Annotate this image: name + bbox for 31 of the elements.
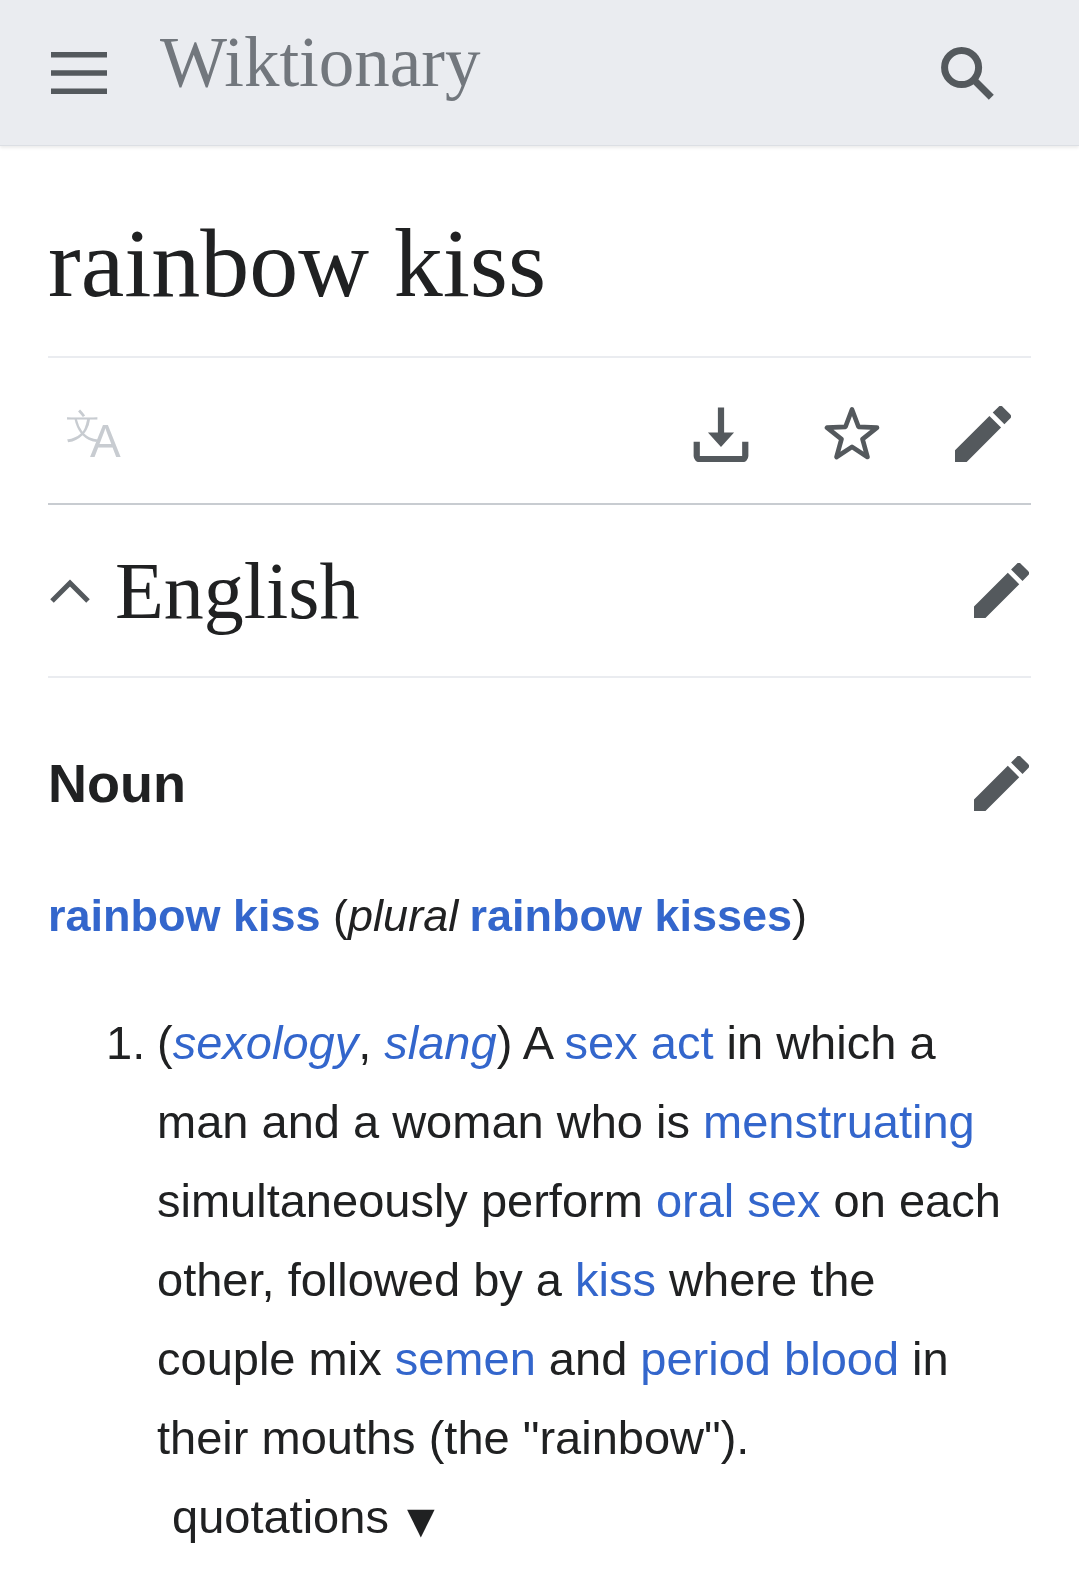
term-link[interactable]: menstruating xyxy=(703,1095,975,1148)
definition-text: (sexology, slang) A sex act in which a man and a woman who is menstruating simultaneously perform oral sex on each other, followed by a kiss where the couple mix semen and period blood in their mouths (the "rainbow"). xyxy=(157,1015,1002,1466)
download-button[interactable] xyxy=(693,406,749,462)
term-link[interactable]: sex act xyxy=(564,1016,714,1069)
edit-button[interactable] xyxy=(955,406,1011,462)
sense-number: 1. xyxy=(106,1015,147,1071)
pencil-icon xyxy=(955,406,1011,462)
search-button[interactable] xyxy=(940,45,994,100)
edit-button[interactable] xyxy=(974,756,1029,811)
pencil-icon xyxy=(974,563,1029,618)
download-icon xyxy=(693,406,749,462)
watch-button[interactable] xyxy=(824,406,880,462)
search-icon xyxy=(940,45,994,100)
term-link[interactable]: period blood xyxy=(640,1332,900,1385)
pencil-icon xyxy=(974,756,1029,811)
edit-button[interactable] xyxy=(974,563,1029,618)
headword-link[interactable]: rainbow kisses xyxy=(469,890,793,941)
star-icon xyxy=(824,406,880,462)
page-title: rainbow kiss xyxy=(48,208,547,319)
menu-button[interactable] xyxy=(51,51,107,94)
term-link[interactable]: oral sex xyxy=(655,1174,821,1227)
chevron-icon[interactable] xyxy=(49,577,91,604)
menu-icon xyxy=(51,51,107,94)
subsection-heading: Noun xyxy=(48,752,186,815)
term-link[interactable]: semen xyxy=(394,1332,536,1385)
quotations-toggle[interactable]: quotations ▼ xyxy=(172,1477,435,1560)
headword-line: rainbow kiss (plural rainbow kisses) xyxy=(48,889,808,943)
term-link[interactable]: kiss xyxy=(575,1253,656,1306)
label-link[interactable]: sexology xyxy=(172,1016,359,1069)
label-link[interactable]: slang xyxy=(384,1016,497,1069)
headword-link[interactable]: rainbow kiss xyxy=(48,890,321,941)
